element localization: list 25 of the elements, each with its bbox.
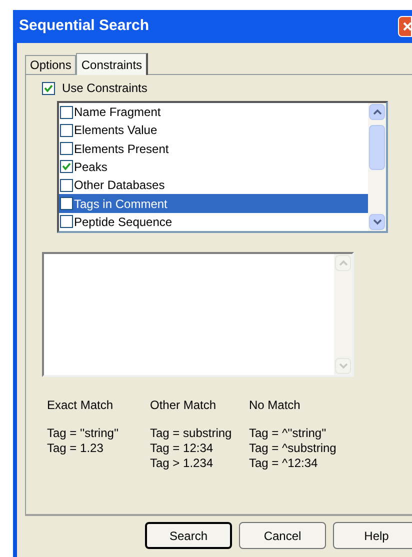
example-text: Tag = ^12:34 bbox=[249, 456, 319, 471]
example-text: Tag = substring bbox=[150, 426, 233, 441]
window-title: Sequential Search bbox=[19, 16, 150, 36]
example-text: Tag = 12:34 bbox=[150, 441, 214, 456]
column-heading: Exact Match bbox=[47, 397, 114, 414]
list-item[interactable]: Elements Present bbox=[59, 140, 368, 158]
list-item[interactable]: Peaks bbox=[59, 158, 368, 176]
column-heading: Other Match bbox=[150, 397, 218, 414]
example-text: Tag = ^''string'' bbox=[249, 426, 328, 441]
dialog-button[interactable]: Help bbox=[333, 522, 412, 549]
dialog-button[interactable]: Search bbox=[145, 522, 232, 549]
dialog-button[interactable]: Cancel bbox=[239, 522, 326, 549]
list-item[interactable]: Elements Value bbox=[59, 121, 368, 140]
tab[interactable]: Constraints bbox=[76, 53, 148, 75]
column-heading: No Match bbox=[249, 397, 302, 414]
use-constraints-label: Use Constraints bbox=[62, 80, 148, 97]
list-item[interactable]: Name Fragment bbox=[59, 103, 368, 122]
example-text: Tag = ^substring bbox=[249, 441, 338, 456]
list-item[interactable]: Peptide Sequence bbox=[59, 212, 368, 231]
example-text: Tag = 1.23 bbox=[47, 441, 104, 456]
example-text: Tag > 1.234 bbox=[150, 456, 214, 471]
example-text: Tag = ''string'' bbox=[47, 426, 120, 441]
list-item[interactable]: Tags in Comment bbox=[59, 194, 368, 213]
list-item[interactable]: Other Databases bbox=[59, 176, 368, 194]
tab[interactable]: Options bbox=[25, 55, 76, 74]
